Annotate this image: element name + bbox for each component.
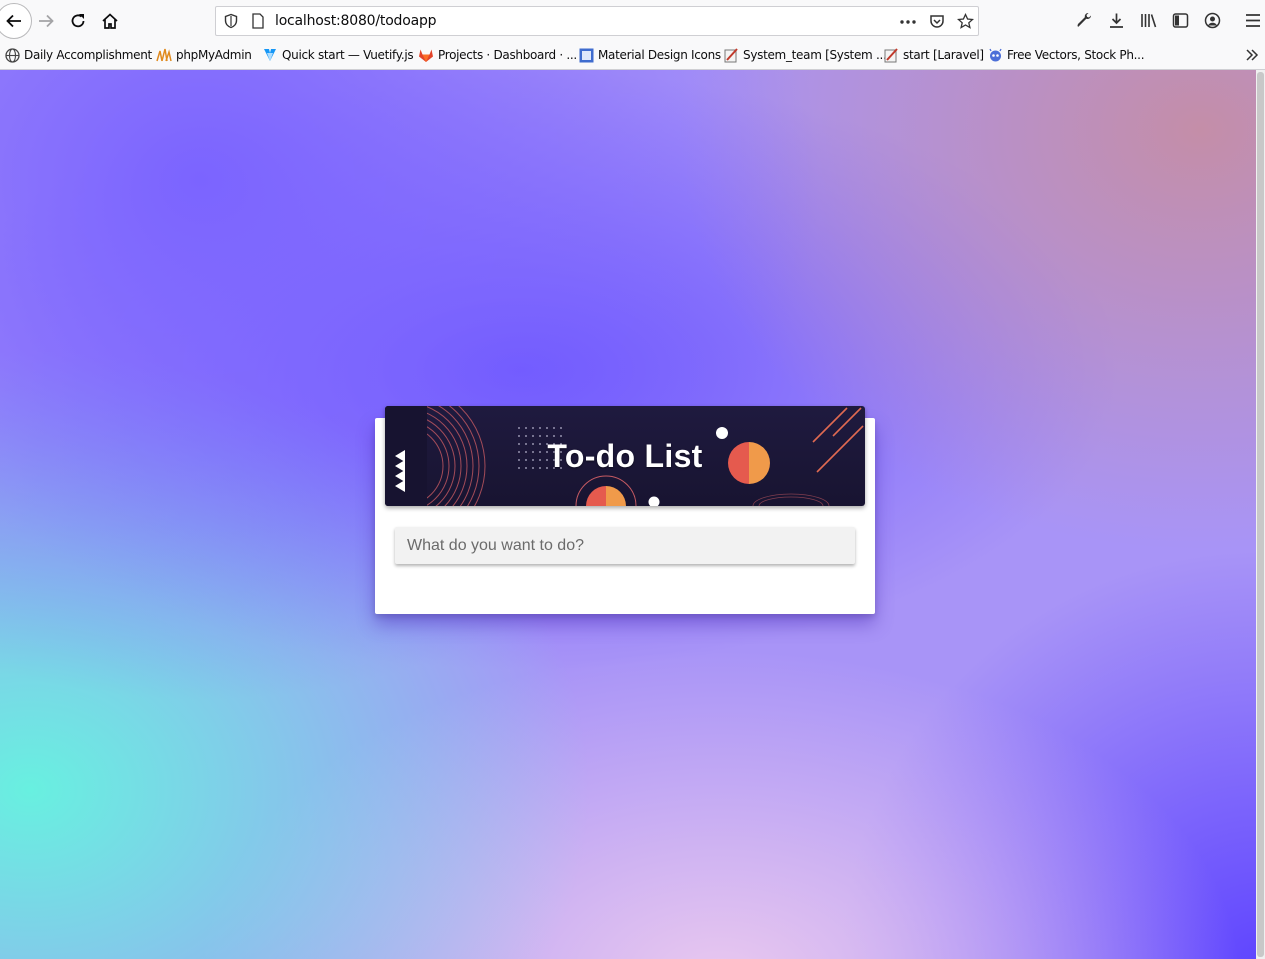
back-button[interactable] xyxy=(0,3,32,39)
reload-button[interactable] xyxy=(62,5,94,37)
app-title: To-do List xyxy=(547,438,703,474)
library-icon[interactable] xyxy=(1140,12,1158,29)
menu-icon[interactable] xyxy=(1245,13,1261,28)
globe-icon xyxy=(4,47,20,63)
bookmark-item[interactable]: Daily Accomplishment xyxy=(4,46,152,64)
bookmark-label: Projects · Dashboard · ... xyxy=(438,48,577,62)
home-icon xyxy=(102,13,118,29)
bookmark-item[interactable]: start [Laravel] xyxy=(883,46,984,64)
arrow-right-icon xyxy=(39,14,54,28)
bookmarks-toolbar: Daily Accomplishment phpMyAdmin Quick st… xyxy=(0,42,1265,70)
page-icon[interactable] xyxy=(251,13,265,29)
bookmark-label: Quick start — Vuetify.js xyxy=(282,48,414,62)
bookmark-label: phpMyAdmin xyxy=(176,48,252,62)
bookmark-label: Daily Accomplishment xyxy=(24,48,152,62)
vertical-scrollbar[interactable] xyxy=(1256,70,1265,959)
reload-icon xyxy=(71,14,85,28)
vuetify-icon xyxy=(262,47,278,63)
bookmark-label: Material Design Icons xyxy=(598,48,721,62)
freepik-icon xyxy=(987,47,1003,63)
phpmyadmin-icon xyxy=(156,47,172,63)
bookmark-star-icon[interactable] xyxy=(957,13,974,30)
bookmark-item[interactable]: phpMyAdmin xyxy=(156,46,252,64)
material-icons-icon xyxy=(578,47,594,63)
browser-toolbar: localhost:8080/todoapp xyxy=(0,0,1265,42)
bookmark-item[interactable]: Free Vectors, Stock Ph... xyxy=(987,46,1145,64)
arrow-left-icon xyxy=(6,14,21,28)
shield-icon[interactable] xyxy=(223,13,239,29)
scrollbar-thumb[interactable] xyxy=(1257,72,1264,957)
bookmark-item[interactable]: System_team [System ... xyxy=(723,46,887,64)
bookmark-item[interactable]: Projects · Dashboard · ... xyxy=(418,46,577,64)
bookmark-item[interactable]: Quick start — Vuetify.js xyxy=(262,46,414,64)
gitlab-icon xyxy=(418,47,434,63)
chevron-double-right-icon[interactable] xyxy=(1245,48,1259,62)
todo-input[interactable] xyxy=(395,527,855,564)
pocket-icon[interactable] xyxy=(929,13,945,29)
wrench-icon[interactable] xyxy=(1076,12,1093,29)
sidebar-icon[interactable] xyxy=(1172,12,1189,29)
url-text[interactable]: localhost:8080/todoapp xyxy=(275,13,437,29)
wiki-icon xyxy=(723,47,739,63)
forward-button[interactable] xyxy=(30,5,62,37)
bookmark-label: start [Laravel] xyxy=(903,48,984,62)
bookmark-label: Free Vectors, Stock Ph... xyxy=(1007,48,1145,62)
url-bar[interactable]: localhost:8080/todoapp xyxy=(215,6,979,36)
account-icon[interactable] xyxy=(1204,12,1221,29)
bookmark-item[interactable]: Material Design Icons xyxy=(578,46,721,64)
wiki-icon xyxy=(883,47,899,63)
home-button[interactable] xyxy=(94,5,126,37)
download-icon[interactable] xyxy=(1108,12,1125,29)
more-actions-icon[interactable] xyxy=(900,19,916,25)
bookmark-label: System_team [System ... xyxy=(743,48,887,62)
todo-banner: To-do List xyxy=(385,406,865,506)
